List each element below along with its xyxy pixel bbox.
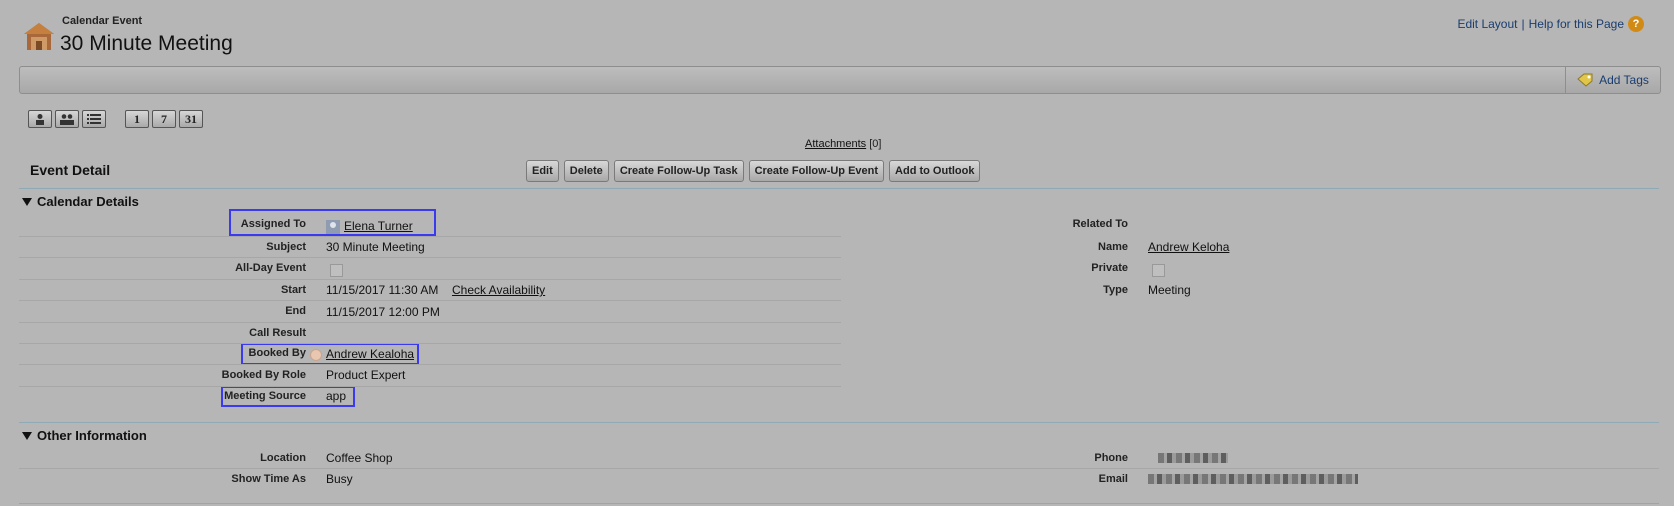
section-divider [19, 422, 1659, 423]
check-availability-link[interactable]: Check Availability [452, 283, 545, 297]
row-divider [19, 322, 841, 323]
multi-user-view-button[interactable] [55, 110, 79, 128]
row-divider [19, 257, 841, 258]
email-label: Email [1098, 473, 1128, 485]
create-follow-up-task-button[interactable]: Create Follow-Up Task [613, 160, 744, 182]
row-divider [19, 364, 841, 365]
collapse-triangle-icon [22, 431, 32, 440]
calendar-day-buttons: 1 7 31 [125, 110, 203, 128]
location-value: Coffee Shop [326, 451, 393, 465]
row-divider [19, 236, 841, 237]
subject-value: 30 Minute Meeting [326, 240, 425, 254]
private-checkbox [1152, 264, 1165, 277]
calendar-view-buttons [28, 110, 106, 128]
calendar-details-title: Calendar Details [37, 194, 139, 209]
month-view-button[interactable]: 31 [179, 110, 203, 128]
booked-by-role-label: Booked By Role [221, 369, 306, 381]
private-label: Private [1091, 262, 1128, 274]
row-divider [19, 386, 841, 387]
all-day-event-checkbox [330, 264, 343, 277]
related-to-label: Related To [1072, 218, 1128, 230]
help-icon[interactable]: ? [1628, 16, 1644, 32]
day-view-button[interactable]: 1 [125, 110, 149, 128]
show-time-as-value: Busy [326, 472, 353, 486]
end-label: End [285, 305, 306, 317]
booked-by-value[interactable]: Andrew Kealoha [310, 347, 414, 361]
call-result-label: Call Result [249, 327, 306, 339]
row-divider [19, 300, 841, 301]
row-divider [19, 279, 841, 280]
location-label: Location [260, 452, 306, 464]
detail-button-row: Edit Delete Create Follow-Up Task Create… [526, 160, 981, 182]
name-link[interactable]: Andrew Keloha [1148, 240, 1229, 254]
single-user-view-button[interactable] [28, 110, 52, 128]
calendar-event-icon [24, 23, 54, 50]
top-links: Edit Layout | Help for this Page ? [1457, 16, 1644, 32]
week-view-button[interactable]: 7 [152, 110, 176, 128]
person-avatar-icon [310, 348, 322, 361]
list-icon [87, 114, 101, 124]
row-divider [19, 343, 841, 344]
add-to-outlook-button[interactable]: Add to Outlook [889, 160, 981, 182]
start-label: Start [280, 284, 306, 296]
phone-redacted-value [1158, 453, 1228, 463]
type-value: Meeting [1148, 283, 1191, 297]
add-tags-label: Add Tags [1599, 73, 1649, 87]
assigned-to-link[interactable]: Elena Turner [344, 219, 413, 233]
row-divider [19, 468, 1659, 469]
phone-label: Phone [1094, 452, 1128, 464]
all-day-event-label: All-Day Event [235, 262, 306, 274]
attachments-count: [0] [869, 138, 882, 150]
booked-by-link[interactable]: Andrew Kealoha [326, 347, 414, 361]
user-avatar-icon [326, 219, 340, 234]
attachments-link[interactable]: Attachments [0] [805, 138, 881, 150]
collapse-triangle-icon [22, 197, 32, 206]
meeting-source-value: app [326, 389, 347, 403]
event-detail-title: Event Detail [30, 162, 111, 178]
email-redacted-value [1148, 474, 1358, 484]
edit-layout-link[interactable]: Edit Layout [1457, 17, 1517, 31]
other-information-section-toggle[interactable]: Other Information [22, 428, 147, 443]
meeting-source-label: Meeting Source [224, 390, 306, 402]
show-time-as-label: Show Time As [231, 473, 306, 485]
booked-by-role-value: Product Expert [326, 368, 406, 382]
section-divider [19, 188, 1659, 189]
type-label: Type [1103, 284, 1128, 296]
end-value: 11/15/2017 12:00 PM [326, 305, 440, 319]
object-type-label: Calendar Event [62, 15, 143, 27]
add-tags-button[interactable]: Add Tags [1565, 67, 1660, 93]
delete-button[interactable]: Delete [563, 160, 609, 182]
link-separator: | [1521, 17, 1525, 31]
section-divider [19, 503, 1659, 504]
attachments-label[interactable]: Attachments [805, 138, 866, 150]
booked-by-label: Booked By [248, 347, 306, 359]
create-follow-up-event-button[interactable]: Create Follow-Up Event [748, 160, 885, 182]
list-view-button[interactable] [82, 110, 106, 128]
help-link[interactable]: Help for this Page [1529, 17, 1624, 31]
page-title: 30 Minute Meeting [60, 32, 233, 55]
name-value: Andrew Keloha [1148, 240, 1229, 254]
tag-bar: Add Tags [19, 66, 1661, 94]
tag-icon [1577, 73, 1593, 87]
calendar-details-section-toggle[interactable]: Calendar Details [22, 194, 139, 209]
assigned-to-value[interactable]: Elena Turner [326, 219, 413, 234]
assigned-to-label: Assigned To [240, 218, 306, 230]
subject-label: Subject [266, 241, 306, 253]
name-label: Name [1098, 241, 1128, 253]
check-availability-wrap: Check Availability [452, 283, 545, 297]
multi-user-icon [60, 114, 74, 125]
single-user-icon [36, 114, 44, 125]
start-value: 11/15/2017 11:30 AM [326, 283, 439, 297]
edit-button[interactable]: Edit [526, 160, 559, 182]
other-information-title: Other Information [37, 428, 147, 443]
